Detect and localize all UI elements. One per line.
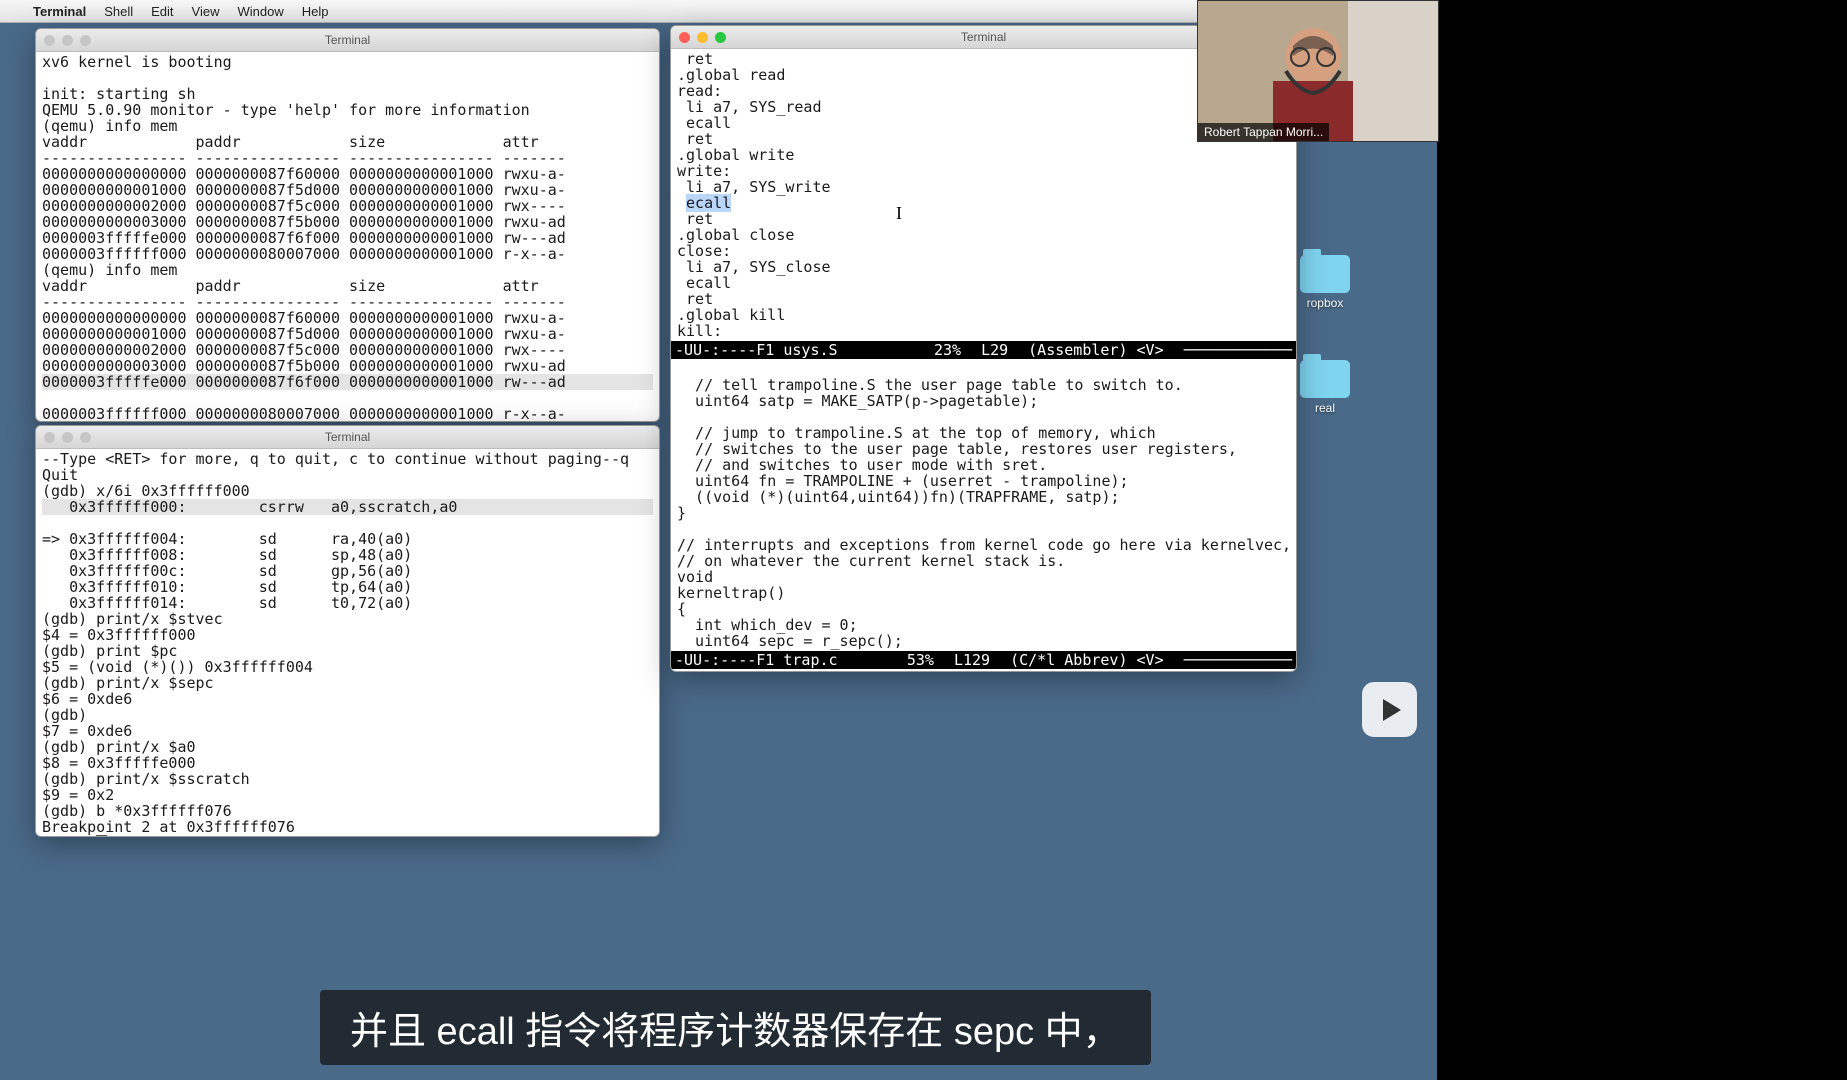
titlebar[interactable]: Terminal [36, 426, 659, 449]
window-title: Terminal [36, 33, 659, 47]
desktop: Terminal Shell Edit View Window Help ↺ ⟡… [0, 0, 1437, 1080]
window-title: Terminal [36, 430, 659, 444]
letterbox-right [1437, 0, 1847, 1080]
terminal-window-qemu[interactable]: Terminal xv6 kernel is booting init: sta… [35, 28, 660, 422]
menu-edit[interactable]: Edit [142, 4, 182, 19]
webcam-name: Robert Tappan Morri... [1198, 123, 1329, 141]
terminal-window-gdb[interactable]: Terminal --Type <RET> for more, q to qui… [35, 425, 660, 837]
menu-view[interactable]: View [183, 4, 229, 19]
subtitle-caption: 并且 ecall 指令将程序计数器保存在 sepc 中， [320, 990, 1151, 1065]
menu-app[interactable]: Terminal [24, 4, 95, 19]
terminal-content[interactable]: xv6 kernel is booting init: starting sh … [36, 52, 659, 422]
emacs-status-usys: -UU-:----F1 usys.S 23% L29 (Assembler) <… [671, 341, 1296, 359]
folder-icon [1300, 255, 1350, 293]
person-icon [1198, 1, 1438, 141]
text-cursor-icon: I [896, 203, 902, 224]
emacs-pane-trap[interactable]: // tell trampoline.S the user page table… [671, 359, 1296, 651]
folder-icon [1300, 360, 1350, 398]
menu-help[interactable]: Help [293, 4, 338, 19]
menu-shell[interactable]: Shell [95, 4, 142, 19]
titlebar[interactable]: Terminal [36, 29, 659, 52]
desktop-folder-real[interactable]: real [1300, 360, 1350, 415]
play-button[interactable] [1362, 682, 1417, 737]
desktop-folder-dropbox[interactable]: ropbox [1300, 255, 1350, 310]
folder-label: real [1315, 401, 1335, 415]
emacs-status-trap: -UU-:----F1 trap.c 53% L129 (C/*l Abbrev… [671, 651, 1296, 669]
webcam-overlay: Robert Tappan Morri... [1197, 0, 1439, 142]
terminal-content[interactable]: --Type <RET> for more, q to quit, c to c… [36, 449, 659, 837]
folder-label: ropbox [1307, 296, 1344, 310]
menu-window[interactable]: Window [229, 4, 293, 19]
